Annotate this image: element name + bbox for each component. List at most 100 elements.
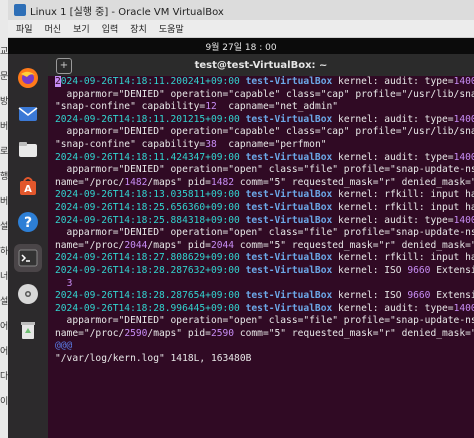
terminal-segment: capname="net_admin" (216, 101, 339, 113)
terminal-segment: "snap-confine" capability= (55, 138, 206, 150)
terminal-segment: test-VirtualBox (245, 201, 333, 213)
terminal-segment: 2590 (210, 327, 235, 339)
terminal-line: 3 (55, 278, 474, 291)
dock-disc[interactable] (14, 280, 42, 308)
vbox-menubar: 파일 머신 보기 입력 장치 도움말 (8, 20, 474, 38)
disc-icon (18, 284, 38, 304)
window-titlebar[interactable]: Linux 1 [실행 중] - Oracle VM VirtualBox (8, 0, 474, 20)
terminal-line: "snap-confine" capability=12 capname="ne… (55, 101, 474, 114)
svg-text:A: A (24, 184, 32, 195)
terminal-line: 2024-09-26T14:18:28.287632+09:00 test-Vi… (55, 265, 474, 278)
terminal-segment: test-VirtualBox (245, 264, 333, 276)
menu-devices[interactable]: 장치 (130, 22, 147, 35)
terminal-headerbar[interactable]: + test@test-VirtualBox: ~ (48, 54, 474, 76)
virtualbox-logo-icon (14, 4, 26, 16)
terminal-line: apparmor="DENIED" operation="open" class… (55, 227, 474, 240)
terminal-segment: 1400 (453, 113, 474, 125)
terminal-segment: apparmor="DENIED" operation="capable" cl… (55, 126, 474, 138)
terminal-line: 2024-09-26T14:18:28.287654+09:00 test-Vi… (55, 290, 474, 303)
terminal-line: 2024-09-26T14:18:28.996445+09:00 test-Vi… (55, 303, 474, 316)
terminal-line: 2024-09-26T14:18:25.656360+09:00 test-Vi… (55, 202, 474, 215)
clock[interactable]: 9월 27일 18 : 00 (205, 40, 276, 53)
terminal-line: 2024-09-26T14:18:13.035811+09:00 test-Vi… (55, 189, 474, 202)
terminal-output[interactable]: 2024-09-26T14:18:11.200241+09:00 test-Vi… (48, 76, 474, 438)
terminal-segment: /maps" pid= (147, 327, 211, 339)
terminal-segment: kernel: ISO (332, 264, 408, 276)
guest-display: 9월 27일 18 : 00 A ? + test@test-VirtualBo… (8, 38, 474, 438)
terminal-segment: Extensions (436, 290, 474, 302)
dock-files[interactable] (14, 136, 42, 164)
terminal-segment: 1482 (210, 176, 235, 188)
new-tab-icon[interactable]: + (56, 58, 72, 74)
terminal-segment: 9660 (407, 264, 431, 276)
terminal-line: name="/proc/1482/maps" pid=1482 comm="5"… (55, 177, 474, 190)
dock-help[interactable]: ? (14, 208, 42, 236)
terminal-window: + test@test-VirtualBox: ~ 2024-09-26T14:… (48, 54, 474, 438)
terminal-segment: name="/proc/ (55, 239, 125, 251)
terminal-line: 2024-09-26T14:18:11.200241+09:00 test-Vi… (55, 76, 474, 89)
terminal-title: test@test-VirtualBox: ~ (194, 59, 328, 71)
terminal-line: apparmor="DENIED" operation="open" class… (55, 315, 474, 328)
terminal-segment: kernel: ISO (332, 290, 408, 302)
dock-firefox[interactable] (14, 64, 42, 92)
terminal-segment: /maps" pid= (147, 239, 211, 251)
terminal-segment: apparmor="DENIED" operation="open" class… (55, 227, 474, 239)
terminal-line: 2024-09-26T14:18:11.424347+09:00 test-Vi… (55, 152, 474, 165)
terminal-segment: 1482 (124, 176, 148, 188)
terminal-segment: 9660 (407, 290, 431, 302)
terminal-segment: kernel: rfkill: input handle (338, 201, 474, 213)
terminal-line: apparmor="DENIED" operation="open" class… (55, 164, 474, 177)
terminal-segment: 2024-09-26T14:18:28.287654+09:00 (55, 290, 240, 302)
software-icon: A (20, 177, 36, 195)
terminal-line: 2024-09-26T14:18:27.808629+09:00 test-Vi… (55, 252, 474, 265)
menu-input[interactable]: 입력 (102, 22, 119, 35)
terminal-segment: kernel: rfkill: input handle (338, 189, 474, 201)
mail-icon (18, 107, 38, 121)
terminal-segment: kernel: audit: type= (332, 151, 454, 163)
terminal-segment: 1400 (453, 76, 474, 87)
menu-view[interactable]: 보기 (73, 22, 90, 35)
terminal-segment: 2024-09-26T14:18:27.808629+09:00 (55, 252, 240, 264)
terminal-line: apparmor="DENIED" operation="capable" cl… (55, 89, 474, 102)
terminal-segment: "snap-confine" capability= (55, 101, 206, 113)
terminal-segment: Extensions (436, 264, 474, 276)
terminal-segment: apparmor="DENIED" operation="open" class… (55, 164, 474, 176)
menu-machine[interactable]: 머신 (45, 22, 62, 35)
svg-text:?: ? (24, 215, 32, 231)
dock-terminal[interactable] (14, 244, 42, 272)
dock-trash[interactable] (14, 316, 42, 344)
terminal-segment: "/var/log/kern.log" 1418L, 163480B (55, 353, 252, 365)
terminal-line: 2024-09-26T14:18:11.201215+09:00 test-Vi… (55, 114, 474, 127)
ubuntu-topbar: 9월 27일 18 : 00 (8, 38, 474, 54)
terminal-segment: 2024-09-26T14:18:11.201215+09:00 (55, 113, 240, 125)
terminal-segment: 2024-09-26T14:18:28.996445+09:00 (55, 302, 240, 314)
terminal-segment: test-VirtualBox (245, 151, 333, 163)
terminal-line: @@@ (55, 340, 474, 353)
terminal-segment: kernel: audit: type= (332, 214, 454, 226)
files-icon (19, 142, 37, 157)
terminal-line: apparmor="DENIED" operation="capable" cl… (55, 126, 474, 139)
terminal-icon (18, 249, 38, 267)
terminal-line: "snap-confine" capability=38 capname="pe… (55, 139, 474, 152)
terminal-segment: 1400 (453, 151, 474, 163)
terminal-line: "/var/log/kern.log" 1418L, 163480B (55, 353, 474, 366)
terminal-line: name="/proc/2590/maps" pid=2590 comm="5"… (55, 328, 474, 341)
menu-file[interactable]: 파일 (16, 22, 33, 35)
terminal-segment: test-VirtualBox (245, 113, 333, 125)
terminal-segment: /maps" pid= (147, 176, 211, 188)
help-icon: ? (18, 212, 38, 232)
terminal-segment: kernel: audit: type= (332, 302, 454, 314)
terminal-segment: 2024-09-26T14:18:11.424347+09:00 (55, 151, 240, 163)
dock-software[interactable]: A (14, 172, 42, 200)
terminal-segment: comm="5" requested_mask="r" denied_mask=… (234, 176, 474, 188)
terminal-segment: 024-09-26T14:18:11.200241+09:00 (60, 76, 240, 87)
terminal-segment: 1400 (453, 302, 474, 314)
menu-help[interactable]: 도움말 (159, 22, 184, 35)
terminal-segment: 2024-09-26T14:18:28.287632+09:00 (55, 264, 240, 276)
terminal-segment: apparmor="DENIED" operation="capable" cl… (55, 88, 474, 100)
host-window-strip: 교문방버로행버설하너설어어다이 (0, 0, 8, 438)
terminal-segment: 38 (205, 138, 217, 150)
terminal-segment: 2044 (124, 239, 148, 251)
dock-mail[interactable] (14, 100, 42, 128)
trash-icon (21, 322, 35, 339)
